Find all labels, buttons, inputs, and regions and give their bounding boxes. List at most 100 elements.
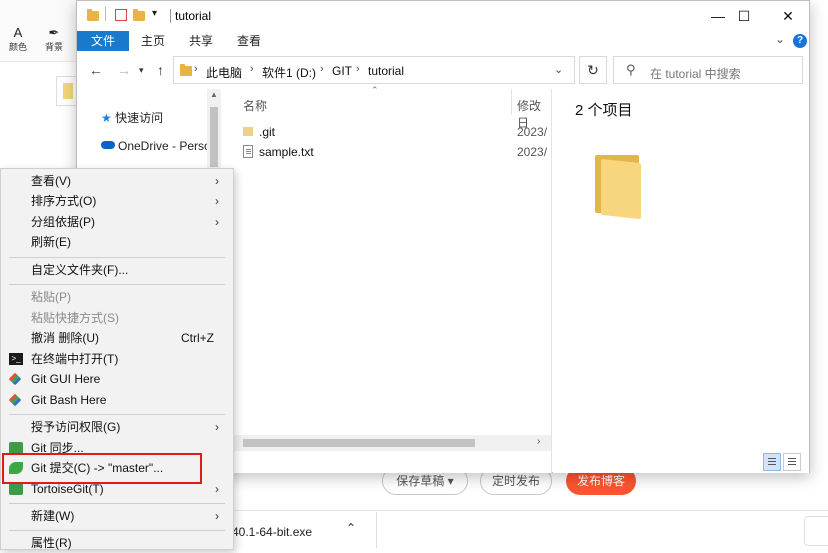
close-button[interactable]: ✕: [765, 1, 811, 31]
background-tool[interactable]: ✒ 背景: [42, 26, 66, 53]
breadcrumb-tutorial[interactable]: tutorial: [368, 64, 404, 78]
menu-item-label: 新建(W): [31, 509, 75, 523]
menu-item-label: Git GUI Here: [31, 372, 101, 386]
divider: [105, 7, 106, 21]
highlight-box: [2, 453, 202, 484]
star-icon: ★: [101, 111, 112, 125]
help-icon[interactable]: ?: [793, 34, 807, 48]
menu-item-sort[interactable]: 排序方式(O) ›: [1, 191, 233, 211]
menu-item-paste: 粘贴(P): [1, 287, 233, 307]
download-filename[interactable]: 40.1-64-bit.exe: [232, 525, 312, 539]
chevron-right-icon[interactable]: ›: [320, 63, 324, 75]
sidebar-item-onedrive[interactable]: OneDrive - Perso: [101, 139, 209, 153]
tortoisegit-icon: [9, 483, 23, 495]
tab-file[interactable]: 文件: [77, 31, 129, 51]
chevron-down-icon: ▾: [447, 474, 454, 488]
file-name: .git: [259, 125, 276, 139]
column-header-name[interactable]: 名称: [243, 97, 267, 114]
item-count: 2 个项目: [575, 102, 633, 119]
menu-item-group[interactable]: 分组依据(P) ›: [1, 212, 233, 232]
tab-home[interactable]: 主页: [141, 31, 165, 51]
git-bash-icon: [8, 393, 22, 407]
breadcrumb-this-pc[interactable]: 此电脑: [206, 64, 242, 81]
menu-item-label: 在终端中打开(T): [31, 352, 119, 366]
menu-item-open-terminal[interactable]: >_ 在终端中打开(T): [1, 349, 233, 369]
menu-item-grant-access[interactable]: 授予访问权限(G) ›: [1, 417, 233, 437]
menu-item-git-gui[interactable]: Git GUI Here: [1, 369, 233, 389]
breadcrumb-drive[interactable]: 软件1 (D:): [262, 64, 316, 81]
menu-item-customize-folder[interactable]: 自定义文件夹(F)...: [1, 260, 233, 280]
save-draft-label: 保存草稿: [396, 474, 445, 488]
forward-arrow-icon[interactable]: →: [117, 62, 131, 78]
list-item[interactable]: .git: [243, 125, 275, 139]
menu-item-label: 粘贴(P): [31, 290, 71, 304]
up-arrow-icon[interactable]: ↑: [157, 62, 164, 78]
color-tool[interactable]: A 颜色: [6, 26, 30, 53]
list-item[interactable]: sample.txt: [243, 145, 314, 159]
window-title: tutorial: [175, 9, 212, 23]
horizontal-scrollbar[interactable]: ‹ ›: [225, 435, 551, 451]
properties-icon[interactable]: [115, 9, 127, 21]
tab-share[interactable]: 共享: [189, 31, 213, 51]
menu-item-label: 粘贴快捷方式(S): [31, 311, 119, 325]
scroll-up-icon[interactable]: ▲: [210, 90, 218, 99]
recent-locations-icon[interactable]: ▾: [139, 65, 144, 76]
address-bar[interactable]: › 此电脑 › 软件1 (D:) › GIT › tutorial ⌄: [173, 56, 575, 84]
menu-item-refresh[interactable]: 刷新(E): [1, 232, 233, 252]
scroll-right-icon[interactable]: ›: [537, 436, 540, 447]
menu-item-undo-delete[interactable]: 撤消 删除(U) Ctrl+Z: [1, 328, 233, 348]
scrollbar-thumb[interactable]: [243, 439, 475, 447]
document-icon: [56, 76, 78, 106]
chevron-right-icon[interactable]: ›: [250, 63, 254, 75]
customize-toolbar-icon[interactable]: ▾: [152, 8, 157, 19]
expand-ribbon-icon[interactable]: ⌄: [775, 32, 785, 46]
column-divider[interactable]: [511, 89, 512, 115]
chevron-up-icon[interactable]: ⌃: [346, 521, 356, 535]
breadcrumb-git[interactable]: GIT: [332, 64, 352, 78]
search-placeholder: 在 tutorial 中搜索: [650, 67, 741, 81]
sidebar-item-label: 快速访问: [115, 111, 164, 125]
chevron-right-icon: ›: [215, 420, 219, 434]
menu-item-label: 排序方式(O): [31, 194, 97, 208]
refresh-button[interactable]: ↻: [579, 56, 607, 84]
menu-item-label: 属性(R): [31, 536, 72, 550]
terminal-icon: >_: [9, 353, 23, 365]
chevron-right-icon: ›: [215, 482, 219, 496]
tab-view[interactable]: 查看: [237, 31, 261, 51]
details-view-icon[interactable]: [763, 453, 781, 471]
menu-item-label: 授予访问权限(G): [31, 420, 121, 434]
sidebar-item-quick-access[interactable]: ★ 快速访问: [101, 109, 163, 126]
git-gui-icon: [8, 372, 22, 386]
menu-separator: [9, 284, 225, 285]
menu-item-properties[interactable]: 属性(R): [1, 533, 233, 553]
ribbon-tabs: 文件 主页 共享 查看 ⌄ ?: [77, 31, 809, 51]
view-toggle: [763, 453, 803, 474]
font-color-icon: A: [13, 25, 23, 40]
menu-item-new[interactable]: 新建(W) ›: [1, 506, 233, 526]
chevron-right-icon[interactable]: ›: [356, 63, 360, 75]
scrollbar-thumb[interactable]: [210, 107, 218, 167]
menu-item-label: 分组依据(P): [31, 215, 95, 229]
search-icon: ⚲: [626, 62, 636, 77]
chevron-right-icon: ›: [215, 215, 219, 229]
chevron-down-icon[interactable]: ⌄: [554, 63, 563, 76]
divider: [170, 9, 171, 23]
menu-separator: [9, 257, 225, 258]
download-bar: [230, 510, 828, 550]
preview-pane: 2 个项目: [553, 89, 809, 473]
menu-item-git-bash[interactable]: Git Bash Here: [1, 390, 233, 410]
search-input[interactable]: ⚲ 在 tutorial 中搜索: [613, 56, 803, 84]
menu-item-view[interactable]: 查看(V) ›: [1, 171, 233, 191]
menu-item-label: 刷新(E): [31, 235, 71, 249]
menu-separator: [9, 414, 225, 415]
chevron-right-icon: ›: [215, 509, 219, 523]
chevron-right-icon[interactable]: ›: [194, 63, 198, 75]
background-tool-label: 背景: [44, 42, 63, 52]
download-more-button[interactable]: [804, 516, 828, 546]
paint-bucket-icon: ✒: [48, 25, 60, 40]
large-icons-view-icon[interactable]: [783, 453, 801, 471]
back-arrow-icon[interactable]: ←: [89, 62, 103, 78]
maximize-button[interactable]: ☐: [721, 1, 767, 31]
menu-separator: [9, 503, 225, 504]
menu-item-paste-shortcut: 粘贴快捷方式(S): [1, 308, 233, 328]
